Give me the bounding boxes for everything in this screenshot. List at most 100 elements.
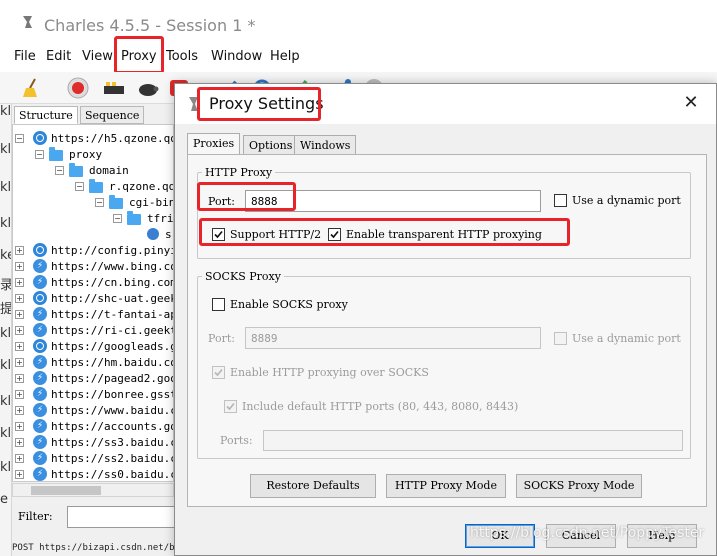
expand-icon[interactable]: + <box>15 246 24 255</box>
folder-icon <box>89 179 103 193</box>
support-http2-checkbox[interactable] <box>212 228 225 241</box>
host-label: https://www.baidu.co <box>51 404 174 417</box>
globe-icon <box>33 131 47 145</box>
expand-icon[interactable]: + <box>15 470 24 479</box>
globe-icon <box>33 339 47 353</box>
collapse-icon[interactable]: − <box>95 198 104 207</box>
menu-view[interactable]: View <box>82 49 113 64</box>
lightning-icon: ⚡ <box>33 307 47 321</box>
turtle-icon[interactable] <box>136 76 160 100</box>
edge-glyph: kl <box>0 104 12 119</box>
expand-icon[interactable]: + <box>15 326 24 335</box>
structure-tree: − https://h5.qzone.qq. − proxy − domain … <box>12 124 174 482</box>
tree-horizontal-scrollbar[interactable] <box>12 483 174 497</box>
socks-port-input[interactable]: 8889 <box>245 327 541 349</box>
edge-glyph: 提 <box>0 302 12 317</box>
expand-icon[interactable]: + <box>15 294 24 303</box>
tree-node-label: r.qzone.qq. <box>109 180 173 193</box>
tab-sequence[interactable]: Sequence <box>80 106 145 124</box>
expand-icon[interactable]: + <box>15 406 24 415</box>
lightning-icon: ⚡ <box>33 371 47 385</box>
folder-icon <box>49 147 63 161</box>
tab-options[interactable]: Options <box>243 135 299 155</box>
socks-proxy-mode-button[interactable]: SOCKS Proxy Mode <box>516 474 642 498</box>
collapse-icon[interactable]: − <box>35 150 44 159</box>
menu-file[interactable]: File <box>14 49 36 64</box>
expand-icon[interactable]: + <box>15 358 24 367</box>
socks-proxy-title: SOCKS Proxy <box>202 270 284 283</box>
folder-icon <box>109 195 123 209</box>
host-label: http://config.pinyin <box>51 244 174 257</box>
support-http2-label: Support HTTP/2 <box>230 228 322 241</box>
socks-dynamic-port-checkbox[interactable] <box>554 332 567 345</box>
tree-node-label: https://h5.qzone.qq. <box>51 132 174 145</box>
globe-icon <box>33 243 47 257</box>
collapse-icon[interactable]: − <box>113 214 122 223</box>
lightning-icon: ⚡ <box>33 451 47 465</box>
transparent-proxying-checkbox[interactable] <box>328 228 341 241</box>
collapse-icon[interactable]: − <box>15 134 24 143</box>
http-proxy-group <box>197 172 691 259</box>
http-port-input[interactable]: 8888 <box>245 190 541 212</box>
default-ports-checkbox[interactable] <box>224 400 237 413</box>
lightning-icon: ⚡ <box>33 355 47 369</box>
charles-app-icon <box>23 16 32 28</box>
host-label: http://shc-uat.geekt <box>51 292 174 305</box>
throttle-icon[interactable] <box>102 76 126 100</box>
expand-icon[interactable]: + <box>15 310 24 319</box>
host-label: https://pagead2.goog <box>51 372 174 385</box>
enable-socks-label: Enable SOCKS proxy <box>230 298 348 311</box>
collapse-icon[interactable]: − <box>75 182 84 191</box>
broom-icon[interactable] <box>20 76 44 100</box>
expand-icon[interactable]: + <box>15 454 24 463</box>
edge-glyph: kl <box>0 216 12 231</box>
http-dynamic-port-checkbox[interactable] <box>554 194 567 207</box>
menu-help[interactable]: Help <box>270 49 300 64</box>
host-label: https://hm.baidu.com <box>51 356 174 369</box>
proxies-panel: HTTP Proxy Port: 8888 Use a dynamic port… <box>187 154 707 507</box>
http-proxy-mode-button[interactable]: HTTP Proxy Mode <box>386 474 506 498</box>
window-title: Charles 4.5.5 - Session 1 * <box>44 16 256 35</box>
menu-edit[interactable]: Edit <box>46 49 71 64</box>
expand-icon[interactable]: + <box>15 438 24 447</box>
enable-socks-checkbox[interactable] <box>212 298 225 311</box>
expand-icon[interactable]: + <box>15 422 24 431</box>
lightning-icon: ⚡ <box>33 323 47 337</box>
socks-dynamic-port-label: Use a dynamic port <box>572 332 681 345</box>
dialog-titlebar: Proxy Settings ✕ <box>175 84 716 124</box>
edge-glyph: kl <box>0 180 12 195</box>
scrollbar-thumb[interactable] <box>31 486 101 495</box>
edge-glyph: kl <box>0 358 12 373</box>
filter-input[interactable] <box>67 506 177 528</box>
http-over-socks-checkbox[interactable] <box>212 366 225 379</box>
expand-icon[interactable]: + <box>15 374 24 383</box>
proxy-settings-dialog: Proxy Settings ✕ Proxies Options Windows… <box>174 83 717 556</box>
host-label: https://bonree.gssto <box>51 388 174 401</box>
tree-node-label: cgi-bin <box>129 196 174 209</box>
tab-windows[interactable]: Windows <box>294 135 357 155</box>
edge-glyph: 录 <box>0 278 12 293</box>
menu-window[interactable]: Window <box>211 49 262 64</box>
default-ports-label: Include default HTTP ports (80, 443, 808… <box>242 400 519 413</box>
collapse-icon[interactable]: − <box>55 166 64 175</box>
host-label: https://googleads.g. <box>51 340 174 353</box>
close-icon[interactable]: ✕ <box>680 92 702 114</box>
restore-defaults-button[interactable]: Restore Defaults <box>250 474 376 498</box>
expand-icon[interactable]: + <box>15 262 24 271</box>
socks-port-label: Port: <box>208 332 235 345</box>
edge-glyph: kl <box>0 142 12 157</box>
expand-icon[interactable]: + <box>15 342 24 351</box>
http-proxy-title: HTTP Proxy <box>202 166 276 179</box>
tab-structure[interactable]: Structure <box>14 106 78 124</box>
tab-proxies[interactable]: Proxies <box>187 133 241 155</box>
record-icon[interactable] <box>66 76 90 100</box>
expand-icon[interactable]: + <box>15 390 24 399</box>
socks-ports-input[interactable] <box>263 430 683 451</box>
menu-tools[interactable]: Tools <box>166 49 198 64</box>
window-titlebar: Charles 4.5.5 - Session 1 * <box>0 0 717 40</box>
expand-icon[interactable]: + <box>15 278 24 287</box>
menu-proxy[interactable]: Proxy <box>121 49 157 64</box>
http-dynamic-port-label: Use a dynamic port <box>572 194 681 207</box>
watermark: https://blog.csdn.net/PoppyTester <box>470 525 705 541</box>
tree-node-label: tfri <box>147 212 174 225</box>
